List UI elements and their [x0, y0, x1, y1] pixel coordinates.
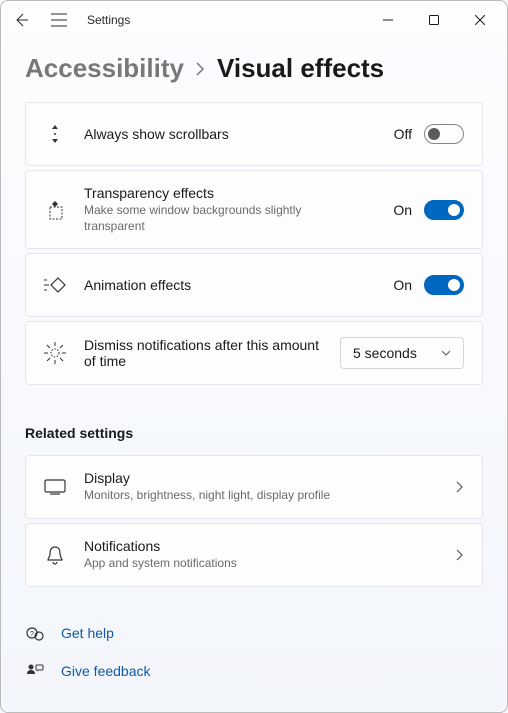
- setting-title: Animation effects: [84, 277, 375, 293]
- give-feedback-link[interactable]: Give feedback: [25, 661, 483, 681]
- scrollbars-icon: [44, 123, 66, 145]
- animation-toggle[interactable]: [424, 275, 464, 295]
- toggle-state-label: On: [393, 202, 412, 218]
- setting-title: Display: [84, 470, 438, 486]
- setting-dismiss-notifications: Dismiss notifications after this amount …: [25, 321, 483, 385]
- svg-text:?: ?: [30, 631, 34, 638]
- setting-title: Always show scrollbars: [84, 126, 376, 142]
- breadcrumb-parent[interactable]: Accessibility: [25, 53, 184, 84]
- animation-icon: [44, 274, 66, 296]
- chevron-right-icon: [456, 549, 464, 561]
- related-notifications[interactable]: Notifications App and system notificatio…: [25, 523, 483, 587]
- setting-description: Make some window backgrounds slightly tr…: [84, 203, 314, 234]
- setting-description: App and system notifications: [84, 556, 438, 572]
- breadcrumb: Accessibility Visual effects: [1, 39, 507, 102]
- setting-description: Monitors, brightness, night light, displ…: [84, 488, 438, 504]
- dismiss-time-dropdown[interactable]: 5 seconds: [340, 337, 464, 369]
- transparency-icon: [44, 199, 66, 221]
- chevron-right-icon: [196, 62, 205, 76]
- close-button[interactable]: [457, 4, 503, 36]
- setting-scrollbars: Always show scrollbars Off: [25, 102, 483, 166]
- breadcrumb-current: Visual effects: [217, 53, 384, 84]
- related-settings-heading: Related settings: [1, 389, 507, 455]
- chevron-down-icon: [441, 350, 451, 356]
- toggle-state-label: On: [393, 277, 412, 293]
- menu-button[interactable]: [49, 10, 69, 30]
- display-icon: [44, 476, 66, 498]
- transparency-toggle[interactable]: [424, 200, 464, 220]
- setting-animation: Animation effects On: [25, 253, 483, 317]
- minimize-button[interactable]: [365, 4, 411, 36]
- related-display[interactable]: Display Monitors, brightness, night ligh…: [25, 455, 483, 519]
- bell-icon: [44, 544, 66, 566]
- feedback-link-label: Give feedback: [61, 663, 151, 679]
- feedback-icon: [25, 661, 45, 681]
- setting-title: Dismiss notifications after this amount …: [84, 337, 322, 369]
- help-link-label: Get help: [61, 625, 114, 641]
- setting-title: Transparency effects: [84, 185, 375, 201]
- back-button[interactable]: [11, 10, 31, 30]
- help-icon: ?: [25, 623, 45, 643]
- brightness-icon: [44, 342, 66, 364]
- toggle-state-label: Off: [394, 126, 412, 142]
- window-title: Settings: [87, 13, 130, 27]
- chevron-right-icon: [456, 481, 464, 493]
- scrollbars-toggle[interactable]: [424, 124, 464, 144]
- setting-title: Notifications: [84, 538, 438, 554]
- maximize-button[interactable]: [411, 4, 457, 36]
- dropdown-value: 5 seconds: [353, 345, 417, 361]
- setting-transparency: Transparency effects Make some window ba…: [25, 170, 483, 249]
- titlebar: Settings: [1, 1, 507, 39]
- get-help-link[interactable]: ? Get help: [25, 623, 483, 643]
